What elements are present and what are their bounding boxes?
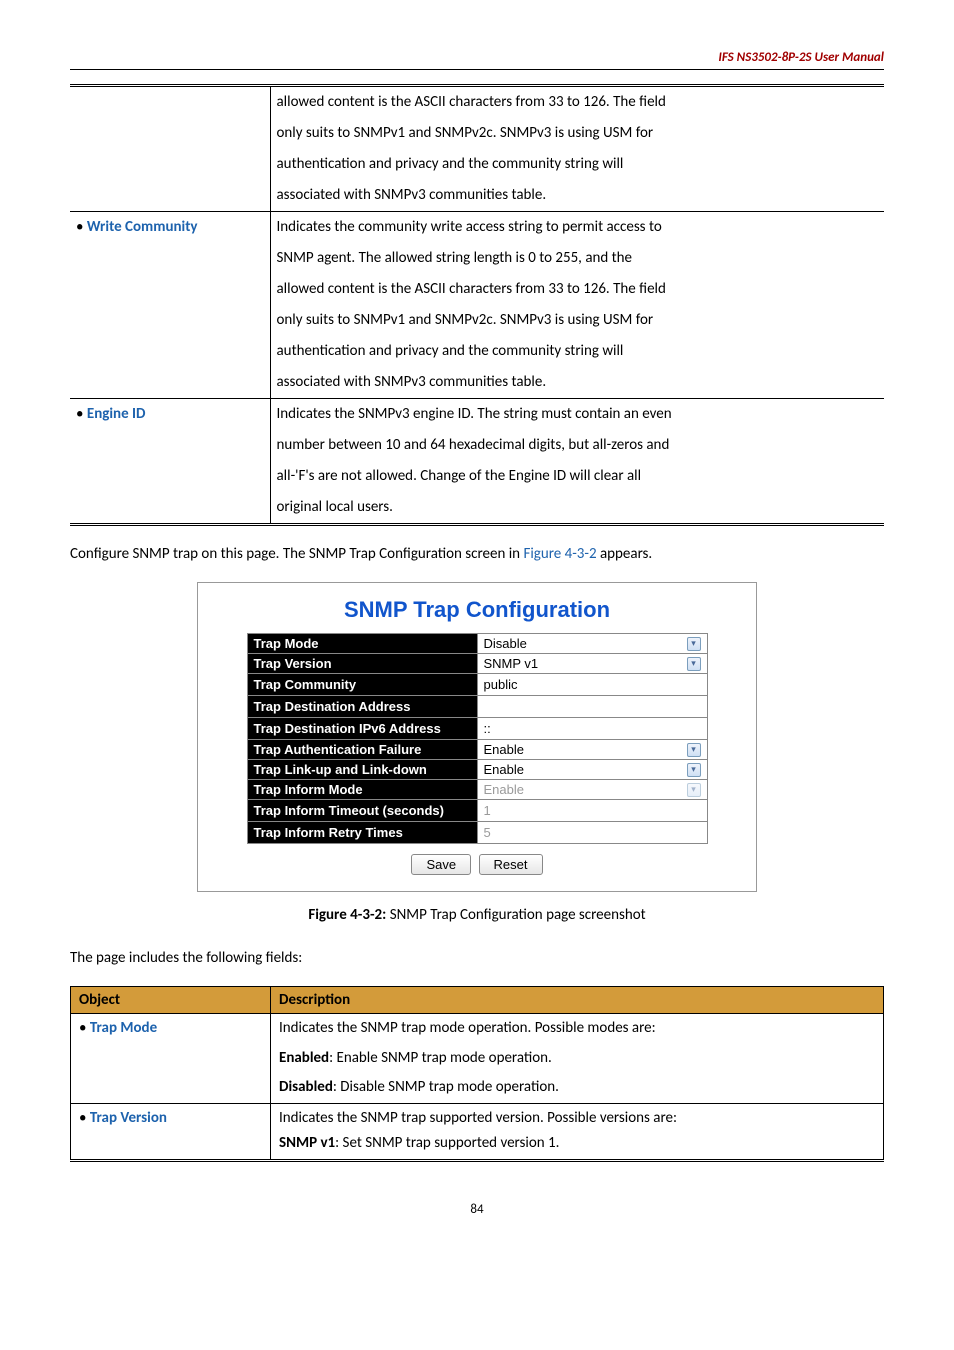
- trap-inform-timeout-label: Trap Inform Timeout (seconds): [247, 800, 477, 822]
- trap-mode-row-desc: Indicates the SNMP trap mode operation. …: [271, 1014, 884, 1044]
- panel-title: SNMP Trap Configuration: [222, 597, 732, 623]
- engine-id-desc: all-'F's are not allowed. Change of the …: [270, 461, 884, 492]
- write-community-desc: SNMP agent. The allowed string length is…: [270, 243, 884, 274]
- engine-id-label: Engine ID: [87, 405, 146, 423]
- fields-header-object: Object: [71, 987, 271, 1014]
- engine-id-label-cell: • Engine ID: [70, 399, 270, 525]
- trap-version-row-desc: Indicates the SNMP trap supported versio…: [271, 1103, 884, 1160]
- reset-button[interactable]: Reset: [479, 854, 543, 875]
- chevron-down-icon: ▾: [687, 763, 701, 777]
- cont-desc-line: only suits to SNMPv1 and SNMPv2c. SNMPv3…: [270, 118, 884, 149]
- chevron-down-icon: ▾: [687, 637, 701, 651]
- intro-paragraph: Configure SNMP trap on this page. The SN…: [70, 542, 884, 566]
- definitions-table: allowed content is the ASCII characters …: [70, 84, 884, 526]
- trap-dest-addr-input[interactable]: [484, 698, 701, 715]
- cell-blank: [70, 86, 270, 212]
- trap-mode-row-label: • Trap Mode: [71, 1014, 271, 1104]
- trap-mode-row-desc: Enabled: Enable SNMP trap mode operation…: [271, 1044, 884, 1074]
- write-community-desc: authentication and privacy and the commu…: [270, 336, 884, 367]
- trap-community-label: Trap Community: [247, 674, 477, 696]
- chevron-down-icon: ▾: [687, 783, 701, 797]
- trap-link-label: Trap Link-up and Link-down: [247, 760, 477, 780]
- trap-community-input[interactable]: [484, 676, 701, 693]
- write-community-label: Write Community: [87, 218, 198, 236]
- trap-inform-mode-label: Trap Inform Mode: [247, 780, 477, 800]
- trap-link-select[interactable]: Enable▾: [477, 760, 707, 780]
- trap-mode-label: Trap Mode: [247, 634, 477, 654]
- trap-inform-timeout-input: [484, 802, 701, 819]
- fields-header-description: Description: [271, 987, 884, 1014]
- engine-id-desc: original local users.: [270, 492, 884, 525]
- figure-reference: Figure 4-3-2: [523, 545, 596, 563]
- page-number: 84: [70, 1202, 884, 1217]
- chevron-down-icon: ▾: [687, 743, 701, 757]
- trap-auth-fail-label: Trap Authentication Failure: [247, 740, 477, 760]
- fields-intro: The page includes the following fields:: [70, 946, 884, 970]
- trap-inform-mode-select: Enable▾: [477, 780, 707, 800]
- trap-dest-ipv6-label: Trap Destination IPv6 Address: [247, 718, 477, 740]
- write-community-desc: Indicates the community write access str…: [270, 212, 884, 244]
- trap-version-label: Trap Version: [247, 654, 477, 674]
- page-header: IFS NS3502-8P-2S User Manual: [70, 50, 884, 70]
- trap-dest-addr-label: Trap Destination Address: [247, 696, 477, 718]
- write-community-desc: associated with SNMPv3 communities table…: [270, 367, 884, 399]
- trap-inform-retry-input: [484, 824, 701, 841]
- cont-desc-line: authentication and privacy and the commu…: [270, 149, 884, 180]
- cont-desc-line: allowed content is the ASCII characters …: [270, 86, 884, 119]
- fields-table: Object Description • Trap Mode Indicates…: [70, 986, 884, 1162]
- trap-auth-fail-select[interactable]: Enable▾: [477, 740, 707, 760]
- trap-inform-retry-label: Trap Inform Retry Times: [247, 822, 477, 844]
- cont-desc-line: associated with SNMPv3 communities table…: [270, 180, 884, 212]
- trap-version-select[interactable]: SNMP v1▾: [477, 654, 707, 674]
- write-community-desc: allowed content is the ASCII characters …: [270, 274, 884, 305]
- trap-version-row-label: • Trap Version: [71, 1103, 271, 1160]
- trap-dest-ipv6-input[interactable]: [484, 720, 701, 737]
- engine-id-desc: number between 10 and 64 hexadecimal dig…: [270, 430, 884, 461]
- chevron-down-icon: ▾: [687, 657, 701, 671]
- snmp-trap-config-panel: SNMP Trap Configuration Trap Mode Disabl…: [197, 582, 757, 892]
- config-table: Trap Mode Disable▾ Trap Version SNMP v1▾…: [247, 633, 708, 844]
- figure-caption: Figure 4-3-2: SNMP Trap Configuration pa…: [70, 906, 884, 924]
- save-button[interactable]: Save: [411, 854, 471, 875]
- write-community-label-cell: • Write Community: [70, 212, 270, 399]
- trap-mode-select[interactable]: Disable▾: [477, 634, 707, 654]
- engine-id-desc: Indicates the SNMPv3 engine ID. The stri…: [270, 399, 884, 431]
- trap-mode-row-desc: Disabled: Disable SNMP trap mode operati…: [271, 1073, 884, 1103]
- write-community-desc: only suits to SNMPv1 and SNMPv2c. SNMPv3…: [270, 305, 884, 336]
